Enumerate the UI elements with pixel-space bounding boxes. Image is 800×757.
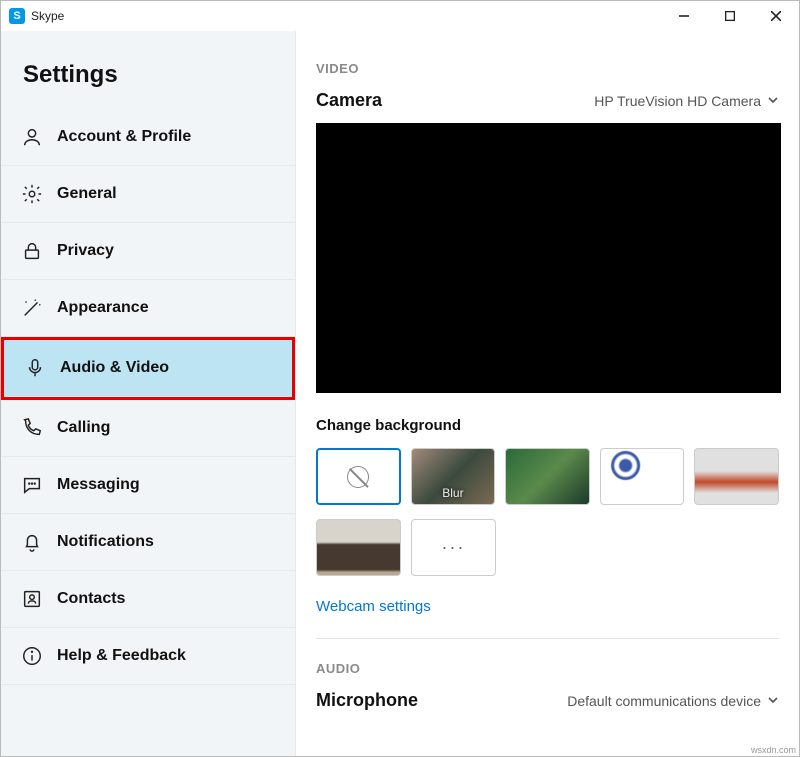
chevron-down-icon [767,693,779,709]
wand-icon [21,297,43,319]
webcam-settings-link[interactable]: Webcam settings [316,598,431,615]
chevron-down-icon [767,93,779,109]
microphone-label: Microphone [316,690,418,711]
bg-option-none[interactable] [316,448,401,505]
bg-option-image-4[interactable] [316,519,401,576]
sidebar-item-help-feedback[interactable]: Help & Feedback [1,628,295,685]
sidebar-item-label: Contacts [57,590,125,608]
bg-option-blur[interactable]: Blur [411,448,496,505]
settings-sidebar: Settings Account & Profile General Priva… [1,31,296,756]
sidebar-item-label: Messaging [57,476,140,494]
sidebar-item-label: Appearance [57,299,149,317]
blur-label: Blur [412,486,495,500]
sidebar-item-account-profile[interactable]: Account & Profile [1,109,295,166]
divider [316,638,779,639]
app-title: Skype [31,9,64,23]
person-icon [21,126,43,148]
bg-option-image-1[interactable] [505,448,590,505]
contacts-icon [21,588,43,610]
microphone-value: Default communications device [567,693,761,709]
sidebar-item-messaging[interactable]: Messaging [1,457,295,514]
bg-option-image-3[interactable] [694,448,779,505]
lock-icon [21,240,43,262]
sidebar-item-label: Account & Profile [57,128,191,146]
change-background-label: Change background [316,417,779,434]
watermark: wsxdn.com [751,745,796,755]
minimize-button[interactable] [661,1,707,31]
sidebar-item-label: Audio & Video [60,359,169,377]
chat-icon [21,474,43,496]
microphone-dropdown[interactable]: Default communications device [567,693,779,709]
camera-dropdown[interactable]: HP TrueVision HD Camera [594,93,779,109]
sidebar-item-label: Help & Feedback [57,647,186,665]
sidebar-item-privacy[interactable]: Privacy [1,223,295,280]
sidebar-item-calling[interactable]: Calling [1,400,295,457]
titlebar: S Skype [1,1,799,31]
maximize-button[interactable] [707,1,753,31]
sidebar-item-label: Calling [57,419,110,437]
sidebar-item-notifications[interactable]: Notifications [1,514,295,571]
skype-icon: S [9,8,25,24]
settings-title: Settings [1,31,295,109]
close-button[interactable] [753,1,799,31]
gear-icon [21,183,43,205]
sidebar-item-label: Notifications [57,533,154,551]
sidebar-item-contacts[interactable]: Contacts [1,571,295,628]
sidebar-item-general[interactable]: General [1,166,295,223]
sidebar-item-audio-video[interactable]: Audio & Video [4,340,292,397]
audio-section-header: AUDIO [316,661,779,676]
bg-option-image-2[interactable] [600,448,685,505]
main-panel: VIDEO Camera HP TrueVision HD Camera Cha… [296,31,799,756]
video-section-header: VIDEO [316,61,779,76]
camera-value: HP TrueVision HD Camera [594,93,761,109]
sidebar-item-appearance[interactable]: Appearance [1,280,295,337]
none-icon [347,466,369,488]
info-icon [21,645,43,667]
bell-icon [21,531,43,553]
sidebar-item-label: General [57,185,117,203]
bg-option-more[interactable]: ··· [411,519,496,576]
phone-icon [21,417,43,439]
more-label: ··· [442,537,466,558]
camera-label: Camera [316,90,382,111]
microphone-icon [24,357,46,379]
camera-preview [316,123,781,393]
sidebar-item-label: Privacy [57,242,114,260]
